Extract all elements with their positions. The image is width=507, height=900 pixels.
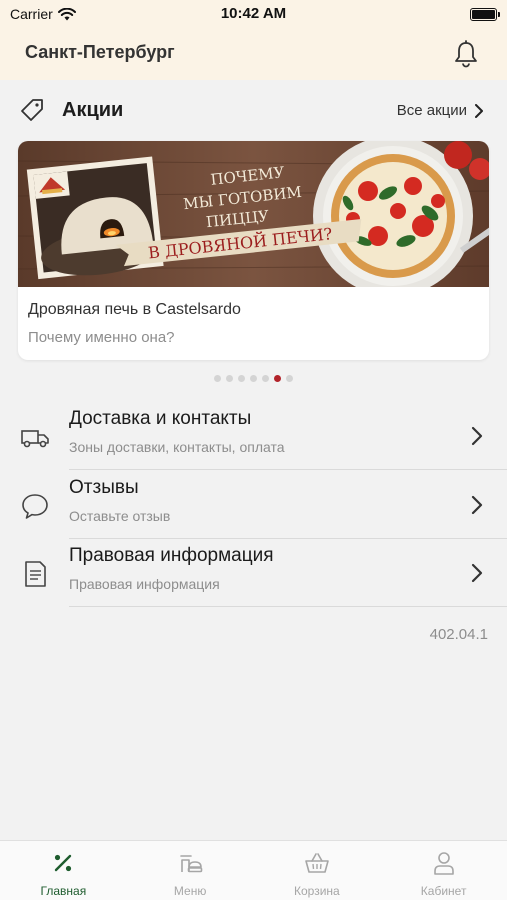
tab-label: Кабинет [420,884,467,898]
clock: 10:42 AM [220,5,287,22]
speech-bubble-icon [22,494,48,519]
chevron-right-icon [471,563,483,583]
pagination-dot[interactable] [286,375,293,382]
divider [69,469,507,470]
promo-card-title: Дровяная печь в Castelsardo [28,301,241,318]
pagination-dot-active[interactable] [274,375,281,382]
basket-icon [305,853,329,873]
user-icon [433,852,454,875]
pagination-dot[interactable] [262,375,269,382]
menu-item-subtitle: Оставьте отзыв [69,508,171,524]
pagination-dot[interactable] [214,375,221,382]
app-header: Санкт-Петербург [0,30,507,80]
menu-dish-icon [180,855,203,873]
tab-cart[interactable]: Корзина [254,841,381,900]
battery-icon [470,8,500,21]
pagination-dot[interactable] [226,375,233,382]
chevron-right-icon [471,426,483,446]
tab-bar: Главная Меню Корзина Кабинет [0,840,507,900]
tab-home[interactable]: Главная [0,841,127,900]
menu-item-delivery[interactable]: Доставка и контакты Зоны доставки, конта… [0,402,507,470]
bell-icon[interactable] [453,40,479,68]
pagination-dot[interactable] [250,375,257,382]
menu-item-label: Доставка и контакты [69,408,252,429]
promo-banner-image: ПОЧЕМУ МЫ ГОТОВИМ ПИЦЦУ В ДРОВЯНОЙ ПЕЧИ? [18,141,489,287]
tab-label: Корзина [294,884,340,898]
all-promos-link[interactable]: Все акции [397,102,483,119]
tab-label: Меню [173,884,207,898]
truck-icon [21,430,49,448]
home-percent-icon [55,854,72,872]
promos-title: Акции [62,99,124,121]
status-bar: Carrier 10:42 AM [0,0,507,30]
promo-card[interactable]: ПОЧЕМУ МЫ ГОТОВИМ ПИЦЦУ В ДРОВЯНОЙ ПЕЧИ?… [18,141,489,360]
carousel-pagination[interactable] [0,375,507,383]
chevron-right-icon [471,495,483,515]
chevron-right-icon [475,103,483,118]
menu-item-legal[interactable]: Правовая информация Правовая информация [0,539,507,607]
divider [69,606,507,607]
menu-item-reviews[interactable]: Отзывы Оставьте отзыв [0,471,507,539]
app-version: 402.04.1 [429,626,488,643]
menu-item-label: Отзывы [69,477,139,498]
menu-item-subtitle: Правовая информация [69,576,220,592]
city-selector[interactable]: Санкт-Петербург [25,42,175,63]
tag-icon [21,99,43,121]
tab-label: Главная [40,884,87,898]
tab-account[interactable]: Кабинет [380,841,507,900]
menu-item-label: Правовая информация [69,545,274,566]
document-icon [25,561,46,587]
promo-card-subtitle: Почему именно она? [28,329,175,346]
promos-header: Акции Все акции [0,95,507,127]
tab-menu[interactable]: Меню [127,841,254,900]
all-promos-label: Все акции [396,102,467,119]
pagination-dot[interactable] [238,375,245,382]
menu-item-subtitle: Зоны доставки, контакты, оплата [69,439,285,455]
